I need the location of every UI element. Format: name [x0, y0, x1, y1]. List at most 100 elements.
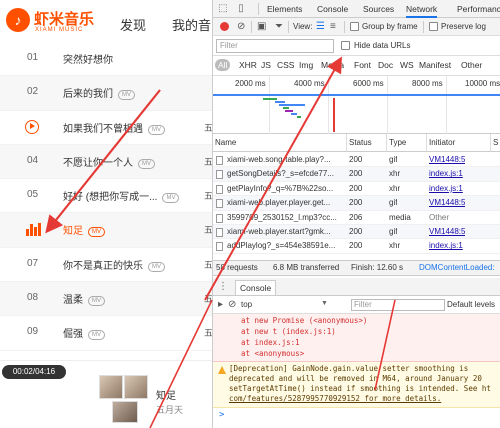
song-title[interactable]: 温柔 MV	[63, 291, 105, 307]
console-filter-input[interactable]: Filter	[351, 299, 445, 311]
request-row[interactable]: xiami-web.player.player.get... 200 gif V…	[213, 196, 500, 211]
type-font[interactable]: Font	[354, 60, 371, 70]
song-row-playing[interactable]: 知足 MV 五	[0, 213, 212, 248]
warning-link[interactable]: com/features/5287995770929152 for more d…	[229, 394, 441, 403]
request-name[interactable]: xiami-web.song-table.play?...	[227, 153, 345, 167]
sidebar-toggle-icon[interactable]: ▸	[218, 299, 223, 311]
column-header-type[interactable]: Type	[387, 134, 427, 152]
type-media[interactable]: Media	[321, 60, 344, 70]
mv-badge[interactable]: MV	[148, 124, 165, 135]
stack-line[interactable]: at index.js:1	[241, 338, 300, 347]
device-icon[interactable]: ▯	[235, 3, 247, 15]
tab-performance[interactable]: Performance	[457, 4, 500, 14]
request-row[interactable]: xiami-web.player.start?gmk... 200 gif VM…	[213, 225, 500, 240]
type-ws[interactable]: WS	[400, 60, 414, 70]
hide-data-urls-checkbox[interactable]	[341, 41, 350, 50]
song-title[interactable]: 不愿让你一个人 MV	[63, 154, 155, 169]
tab-network[interactable]: Network	[406, 4, 438, 18]
column-header-initiator[interactable]: Initiator	[427, 134, 491, 152]
request-initiator[interactable]: VM1448:5	[429, 153, 465, 167]
request-initiator[interactable]: VM1448:5	[429, 196, 465, 210]
request-initiator[interactable]: index.js:1	[429, 167, 463, 181]
inspect-icon[interactable]: ⬚	[217, 3, 229, 15]
type-css[interactable]: CSS	[277, 60, 294, 70]
request-name[interactable]: xiami-web.player.start?gmk...	[227, 225, 345, 239]
tab-sources[interactable]: Sources	[363, 4, 394, 14]
column-header-status[interactable]: Status	[347, 134, 387, 152]
filter-input[interactable]: Filter	[216, 39, 334, 53]
request-name[interactable]: 3599709_2530152_l.mp3?cc...	[227, 211, 345, 225]
waterfall-view-icon[interactable]: ≡	[330, 21, 336, 33]
network-timeline[interactable]: 2000 ms 4000 ms 6000 ms 8000 ms 10000 ms	[213, 76, 500, 134]
song-row[interactable]: 01 突然好想你	[0, 42, 212, 77]
type-all[interactable]: All	[215, 59, 231, 71]
logo-text[interactable]: 虾米音乐	[34, 8, 94, 29]
mv-badge[interactable]: MV	[88, 330, 105, 341]
request-row[interactable]: addPlaylog?_s=454e38591e... 200 xhr inde…	[213, 239, 500, 254]
list-view-icon[interactable]: ☰	[316, 21, 325, 33]
song-row[interactable]: 05 好好 (想把你写成一... MV 五	[0, 179, 212, 214]
album-cover[interactable]	[112, 401, 138, 423]
song-title[interactable]: 突然好想你	[63, 51, 113, 66]
type-img[interactable]: Img	[299, 60, 313, 70]
player-artist[interactable]: 五月天	[156, 403, 183, 416]
log-levels-dropdown[interactable]: Default levels	[447, 300, 495, 309]
context-select[interactable]: top	[241, 300, 252, 309]
request-initiator[interactable]: VM1448:5	[429, 225, 465, 239]
song-title[interactable]: 如果我们不曾相遇 MV	[63, 120, 165, 135]
console-prompt[interactable]: >	[219, 410, 224, 420]
song-row[interactable]: 如果我们不曾相遇 MV 五	[0, 110, 212, 145]
request-row[interactable]: getSongDetails?_s=efcde77... 200 xhr ind…	[213, 167, 500, 182]
player-song-title[interactable]: 知足	[156, 387, 176, 402]
request-row[interactable]: xiami-web.song-table.play?... 200 gif VM…	[213, 153, 500, 168]
song-row[interactable]: 08 温柔 MV 五	[0, 282, 212, 317]
column-header-name[interactable]: Name	[213, 134, 347, 152]
play-circle-icon[interactable]	[25, 119, 39, 134]
song-title[interactable]: 倔强 MV	[63, 325, 105, 341]
nav-discover[interactable]: 发现	[120, 15, 146, 34]
request-initiator[interactable]: index.js:1	[429, 182, 463, 196]
filter-icon[interactable]: ⏷	[275, 21, 283, 33]
logo-icon[interactable]: ♪	[6, 8, 30, 32]
mv-badge[interactable]: MV	[88, 296, 105, 307]
mv-badge[interactable]: MV	[88, 227, 105, 238]
song-title[interactable]: 好好 (想把你写成一... MV	[63, 188, 180, 204]
clear-icon[interactable]: ⊘	[237, 21, 245, 33]
request-name[interactable]: getPlayInfo?_q=%7B%22so...	[227, 182, 345, 196]
mv-badge[interactable]: MV	[138, 158, 155, 169]
request-name[interactable]: addPlaylog?_s=454e38591e...	[227, 239, 345, 253]
request-row[interactable]: 3599709_2530152_l.mp3?cc... 206 media Ot…	[213, 211, 500, 225]
drawer-tab-console[interactable]: Console	[235, 280, 277, 295]
stack-line[interactable]: at new t (index.js:1)	[241, 327, 336, 336]
type-manifest[interactable]: Manifest	[419, 60, 451, 70]
camera-icon[interactable]: ▣	[257, 21, 266, 33]
console-menu-icon[interactable]: ⋮	[217, 281, 229, 293]
song-title[interactable]: 你不是真正的快乐 MV	[63, 257, 165, 272]
mv-badge[interactable]: MV	[118, 90, 135, 101]
type-js[interactable]: JS	[261, 60, 271, 70]
song-row[interactable]: 07 你不是真正的快乐 MV 五	[0, 247, 212, 283]
mv-badge[interactable]: MV	[162, 193, 180, 204]
song-row[interactable]: 02 后来的我们 MV	[0, 76, 212, 111]
request-row[interactable]: getPlayInfo?_q=%7B%22so... 200 xhr index…	[213, 182, 500, 197]
song-title[interactable]: 后来的我们 MV	[63, 85, 135, 101]
type-other[interactable]: Other	[461, 60, 482, 70]
album-cover[interactable]	[99, 375, 123, 399]
preserve-log-checkbox[interactable]	[429, 22, 438, 31]
song-row[interactable]: 04 不愿让你一个人 MV 五	[0, 144, 212, 180]
tab-console[interactable]: Console	[317, 4, 348, 14]
nav-mine[interactable]: 我的音	[172, 15, 211, 34]
request-initiator[interactable]: index.js:1	[429, 239, 463, 253]
tab-elements[interactable]: Elements	[267, 4, 302, 14]
chevron-down-icon[interactable]: ▼	[321, 300, 328, 307]
song-title[interactable]: 知足 MV	[63, 222, 105, 238]
album-cover[interactable]	[124, 375, 148, 399]
song-row[interactable]: 09 倔强 MV 五	[0, 316, 212, 351]
record-icon[interactable]	[220, 22, 229, 31]
type-xhr[interactable]: XHR	[239, 60, 257, 70]
request-name[interactable]: xiami-web.player.player.get...	[227, 196, 345, 210]
type-doc[interactable]: Doc	[378, 60, 393, 70]
request-name[interactable]: getSongDetails?_s=efcde77...	[227, 167, 345, 181]
mv-badge[interactable]: MV	[148, 261, 165, 272]
group-by-frame-checkbox[interactable]	[350, 22, 359, 31]
